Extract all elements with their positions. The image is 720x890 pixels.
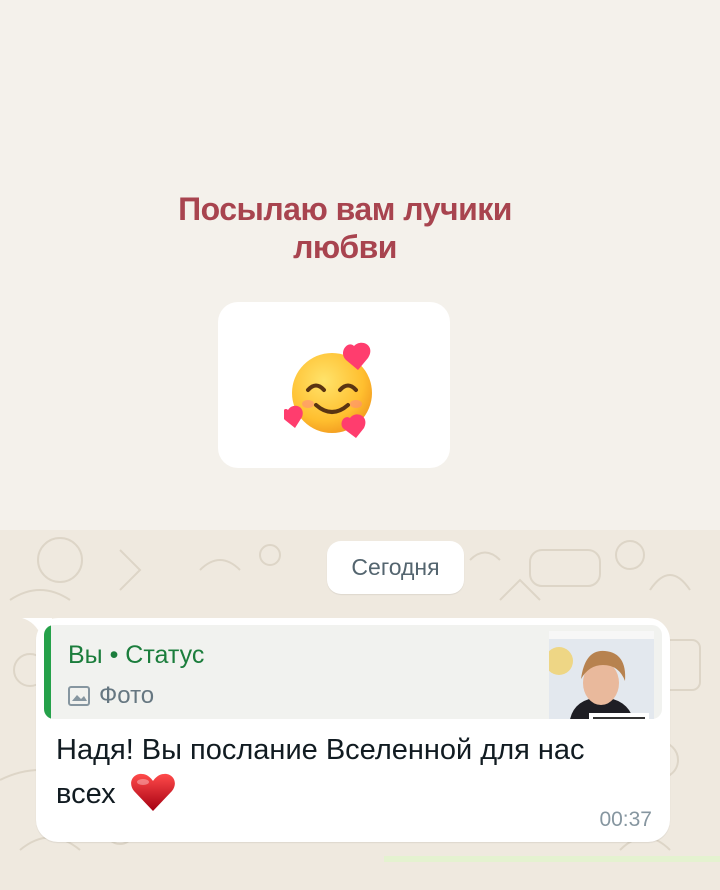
- incoming-message-bubble[interactable]: Вы • Статус Фото Надя! Вы послание Вселе…: [36, 618, 670, 842]
- status-photo-thumbnail[interactable]: [549, 631, 654, 719]
- status-caption: Посылаю вам лучики любви: [178, 191, 512, 265]
- next-message-edge: [384, 856, 720, 862]
- photo-icon: [68, 686, 90, 706]
- quote-title: Вы • Статус: [68, 641, 205, 669]
- red-heart-icon: [130, 773, 175, 811]
- quote-accent-bar: [44, 625, 51, 719]
- emoji-card: [218, 302, 450, 468]
- date-separator: Сегодня: [327, 541, 464, 594]
- message-text: Надя! Вы послание Вселенной для нас всех: [56, 728, 616, 816]
- message-time: 00:37: [599, 808, 652, 831]
- quoted-status[interactable]: Вы • Статус Фото: [44, 625, 662, 719]
- portrait-image: [549, 631, 654, 719]
- smiling-face-with-hearts-icon: [284, 342, 372, 438]
- quote-subtitle-label: Фото: [99, 682, 155, 709]
- quote-subtitle: Фото: [68, 682, 154, 710]
